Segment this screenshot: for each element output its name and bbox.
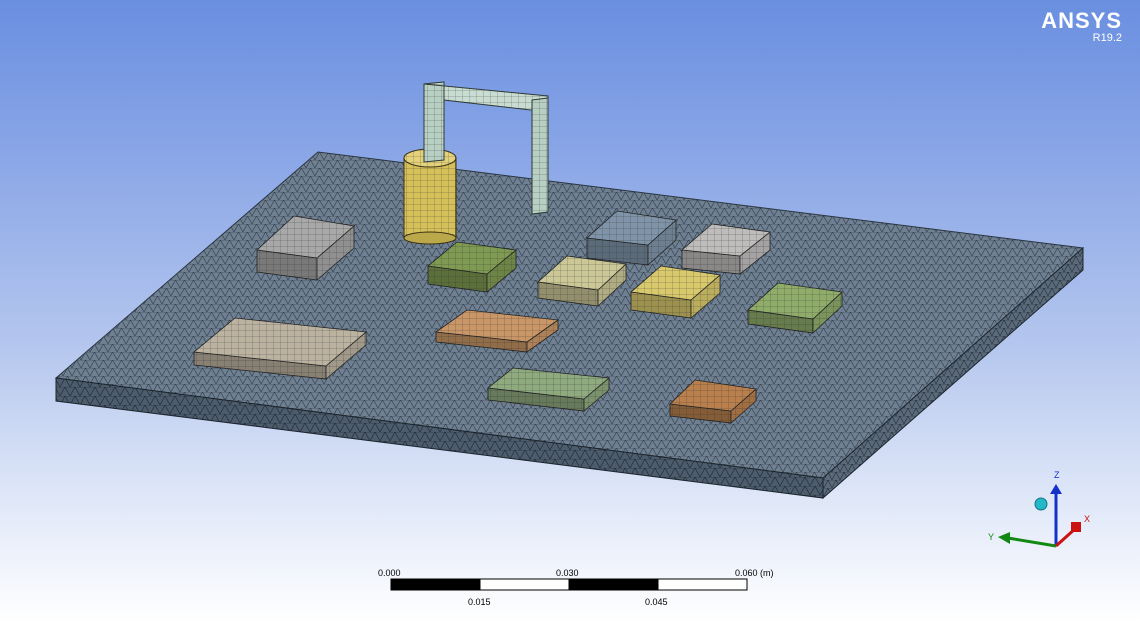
mesh-plate[interactable]	[54, 151, 1085, 500]
z-arrow-icon	[1050, 484, 1062, 494]
graphics-viewport[interactable]: ANSYS R19.2 Z Y X 0.000 0.030 0.060 (m) …	[0, 0, 1140, 623]
scale-label-045: 0.045	[645, 597, 668, 607]
plate-top-face	[54, 151, 1085, 479]
scale-label-030: 0.030	[556, 568, 579, 578]
y-arrow-icon	[998, 532, 1010, 544]
logo-version: R19.2	[1092, 32, 1122, 44]
scale-label-060: 0.060 (m)	[735, 568, 774, 578]
scale-label-015: 0.015	[468, 597, 491, 607]
z-axis-label: Z	[1054, 470, 1060, 480]
x-axis-cube-icon	[1071, 522, 1081, 532]
logo-brand: ANSYS	[1041, 10, 1122, 33]
coordinate-triad[interactable]: Z Y X	[988, 470, 1090, 548]
x-axis-label: X	[1084, 514, 1090, 524]
isometric-view-icon[interactable]	[1034, 497, 1048, 511]
ansys-logo: ANSYS R19.2	[1020, 10, 1140, 44]
y-axis	[1007, 536, 1057, 548]
y-axis-label: Y	[988, 532, 994, 542]
scale-label-0: 0.000	[378, 568, 401, 578]
scale-bar: 0.000 0.030 0.060 (m) 0.015 0.045	[378, 568, 774, 607]
yellow-cylinder[interactable]	[403, 148, 457, 245]
